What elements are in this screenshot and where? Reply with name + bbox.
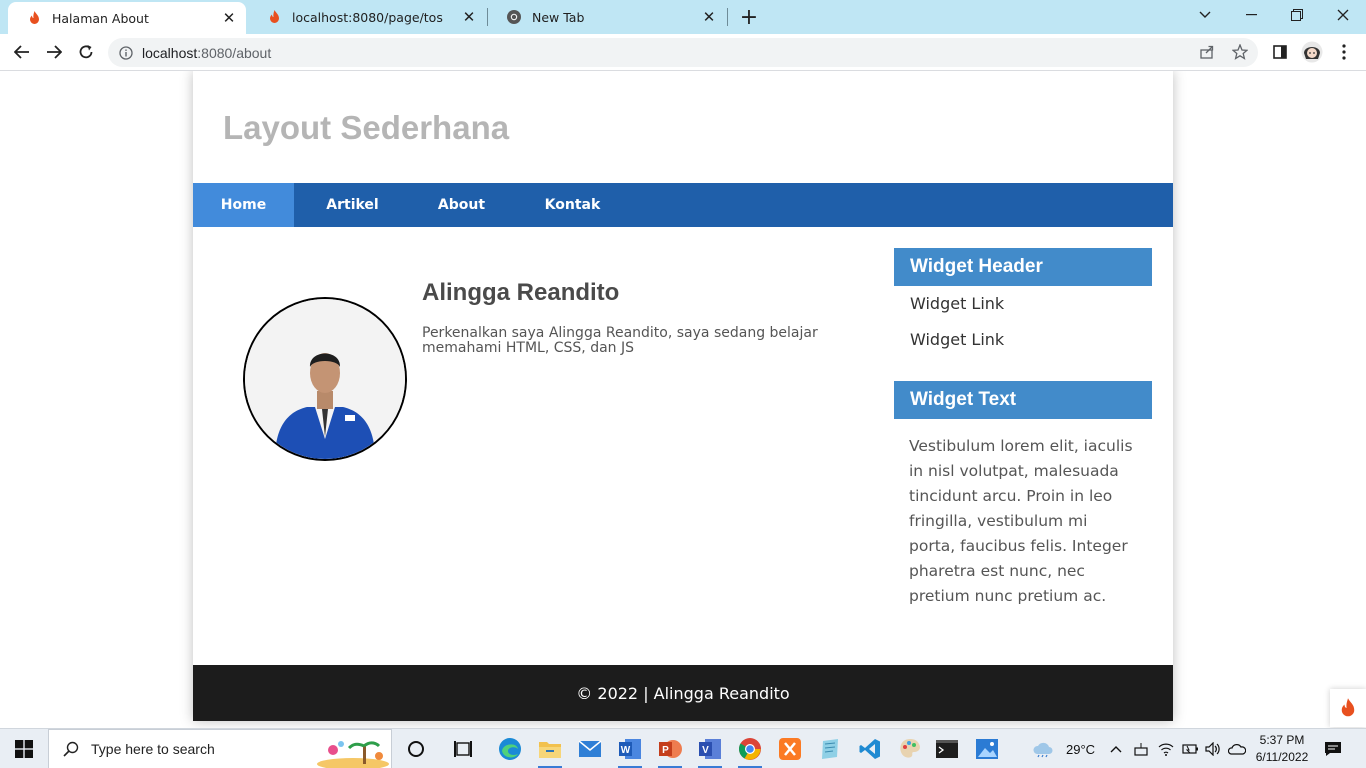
widget-text-body: Vestibulum lorem elit, iaculis in nisl v… — [909, 437, 1133, 605]
address-bar[interactable]: localhost:8080/about — [108, 38, 1258, 67]
share-icon[interactable] — [1194, 38, 1222, 66]
weather-temperature: 29°C — [1066, 741, 1096, 757]
word-icon[interactable]: W — [614, 733, 646, 768]
weather-widget[interactable]: 29°C — [1032, 729, 1095, 768]
svg-text:W: W — [621, 745, 631, 756]
site-title: Layout Sederhana — [223, 109, 510, 146]
svg-text:P: P — [662, 745, 669, 756]
taskbar-clock[interactable]: 5:37 PM 6/11/2022 — [1252, 732, 1312, 766]
forward-icon[interactable] — [40, 38, 68, 66]
close-tab-icon[interactable]: ✕ — [698, 6, 720, 28]
side-panel-icon[interactable] — [1266, 38, 1294, 66]
main-nav: Home Artikel About Kontak — [193, 183, 1173, 227]
tab-halaman-about[interactable]: Halaman About ✕ — [8, 2, 246, 34]
chrome-taskbar-icon[interactable] — [734, 733, 766, 768]
taskbar-search-box[interactable]: Type here to search — [48, 729, 392, 768]
search-highlight-icon — [317, 741, 389, 768]
nav-kontak[interactable]: Kontak — [512, 183, 633, 227]
nav-artikel[interactable]: Artikel — [294, 183, 411, 227]
windows-taskbar: Type here to search W P V 29°C 5:37 PM 6… — [0, 728, 1366, 768]
widget-link[interactable]: Widget Link — [910, 330, 1004, 349]
nav-home[interactable]: Home — [193, 183, 294, 227]
tab-title: New Tab — [532, 9, 585, 25]
svg-text:V: V — [702, 745, 709, 756]
weather-cloud-icon — [1033, 742, 1053, 758]
photos-icon[interactable] — [971, 733, 1003, 765]
edge-icon[interactable] — [494, 733, 526, 765]
tab-search-chevron-icon[interactable] — [1182, 0, 1228, 30]
notepad-icon[interactable] — [814, 733, 846, 765]
tray-chevron-icon[interactable] — [1110, 729, 1122, 768]
widget-link[interactable]: Widget Link — [910, 294, 1004, 313]
tab-new-tab[interactable]: New Tab ✕ — [488, 0, 726, 34]
cortana-icon[interactable] — [400, 733, 432, 765]
battery-icon[interactable] — [1181, 729, 1199, 768]
onedrive-icon[interactable] — [1228, 729, 1246, 768]
widget-header-title: Widget Header — [894, 248, 1152, 286]
visio-icon[interactable]: V — [694, 733, 726, 768]
tab-separator — [727, 8, 728, 26]
url-host: localhost — [142, 44, 198, 61]
page-footer: © 2022 | Alingga Reandito — [193, 665, 1173, 721]
page-viewport: Layout Sederhana Home Artikel About Kont… — [0, 71, 1366, 728]
search-icon — [63, 741, 79, 757]
page-container: Layout Sederhana Home Artikel About Kont… — [193, 71, 1173, 721]
windows-start-icon[interactable] — [0, 729, 48, 768]
url-path: :8080/about — [197, 44, 272, 61]
volume-icon[interactable] — [1205, 729, 1221, 768]
tab-title: localhost:8080/page/tos — [292, 9, 443, 25]
profile-photo — [243, 297, 407, 461]
close-window-icon[interactable] — [1320, 0, 1366, 30]
minimize-icon[interactable] — [1228, 0, 1274, 30]
debug-toolbar-flame-icon[interactable] — [1330, 689, 1366, 727]
flame-icon — [26, 10, 42, 26]
mail-icon[interactable] — [574, 733, 606, 765]
powerpoint-icon[interactable]: P — [654, 733, 686, 768]
bookmark-star-icon[interactable] — [1226, 38, 1254, 66]
clock-time: 5:37 PM — [1259, 733, 1305, 747]
site-info-icon[interactable] — [119, 45, 133, 60]
close-tab-icon[interactable]: ✕ — [218, 7, 240, 29]
browser-toolbar: localhost:8080/about — [0, 34, 1366, 71]
reload-icon[interactable] — [72, 38, 100, 66]
flame-icon — [266, 9, 282, 25]
restore-icon[interactable] — [1274, 0, 1320, 30]
profile-avatar[interactable] — [1298, 38, 1326, 66]
new-tab-icon[interactable]: + — [736, 4, 762, 30]
close-tab-icon[interactable]: ✕ — [458, 6, 480, 28]
terminal-icon[interactable] — [931, 733, 963, 765]
xampp-icon[interactable] — [774, 733, 806, 765]
widget-text-title: Widget Text — [894, 381, 1152, 419]
back-icon[interactable] — [8, 38, 36, 66]
menu-kebab-icon[interactable] — [1330, 38, 1358, 66]
clock-date: 6/11/2022 — [1255, 750, 1309, 764]
browser-tabstrip: Halaman About ✕ localhost:8080/page/tos … — [0, 0, 1366, 34]
tab-title: Halaman About — [52, 10, 149, 26]
paint-icon[interactable] — [894, 733, 926, 765]
chrome-icon — [506, 9, 522, 25]
profile-name: Alingga Reandito — [422, 279, 620, 306]
nav-about[interactable]: About — [411, 183, 512, 227]
wifi-icon[interactable] — [1158, 729, 1174, 768]
file-explorer-icon[interactable] — [534, 733, 566, 768]
task-view-icon[interactable] — [447, 733, 479, 765]
address-url: localhost:8080/about — [142, 45, 271, 61]
network-icon[interactable] — [1134, 729, 1148, 768]
profile-description: Perkenalkan saya Alingga Reandito, saya … — [422, 325, 818, 356]
taskbar-search-placeholder: Type here to search — [91, 741, 215, 757]
tab-page-tos[interactable]: localhost:8080/page/tos ✕ — [248, 0, 486, 34]
vscode-icon[interactable] — [854, 733, 886, 765]
notification-icon[interactable] — [1324, 729, 1342, 768]
